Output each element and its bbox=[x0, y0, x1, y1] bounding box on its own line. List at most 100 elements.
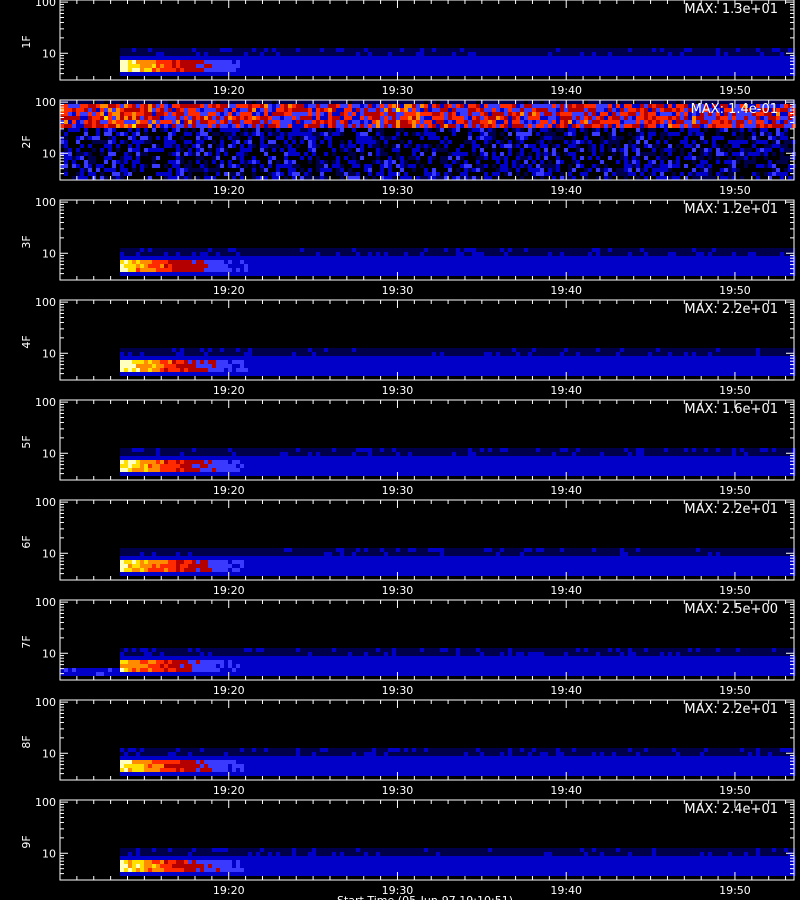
heatmap-cell bbox=[332, 124, 336, 128]
heatmap-cell bbox=[400, 164, 404, 168]
heatmap-cell bbox=[184, 128, 188, 132]
heatmap-cell bbox=[440, 152, 444, 156]
heatmap-cell bbox=[544, 164, 548, 168]
heatmap-cell bbox=[264, 176, 268, 180]
heatmap-cell bbox=[116, 176, 120, 180]
heatmap-cell bbox=[688, 172, 692, 176]
heatmap-cell bbox=[304, 64, 308, 68]
heatmap-cell bbox=[684, 172, 688, 176]
heatmap-cell bbox=[344, 128, 348, 132]
heatmap-cell bbox=[516, 68, 520, 72]
heatmap-cell bbox=[180, 132, 184, 136]
heatmap-cell bbox=[476, 156, 480, 160]
heatmap-cell bbox=[572, 140, 576, 144]
heatmap-cell bbox=[544, 48, 548, 52]
heatmap-cell bbox=[288, 120, 292, 124]
heatmap-cell bbox=[708, 60, 712, 64]
heatmap-cell bbox=[332, 112, 336, 116]
heatmap-cell bbox=[160, 168, 164, 172]
heatmap-cell bbox=[572, 132, 576, 136]
heatmap-cell bbox=[304, 116, 308, 120]
heatmap-cell bbox=[512, 172, 516, 176]
heatmap-cell bbox=[672, 116, 676, 120]
heatmap-cell bbox=[676, 48, 680, 52]
heatmap-cell bbox=[244, 124, 248, 128]
heatmap-cell bbox=[420, 128, 424, 132]
heatmap-cell bbox=[476, 52, 480, 56]
heatmap-cell bbox=[396, 152, 400, 156]
heatmap-cell bbox=[520, 60, 524, 64]
heatmap-cell bbox=[428, 120, 432, 124]
heatmap-cell bbox=[240, 108, 244, 112]
heatmap-cell bbox=[728, 124, 732, 128]
heatmap-cell bbox=[380, 108, 384, 112]
heatmap-cell bbox=[588, 56, 592, 60]
heatmap-cell bbox=[320, 144, 324, 148]
heatmap-cell bbox=[372, 48, 376, 52]
heatmap-cell bbox=[148, 116, 152, 120]
heatmap-cell bbox=[72, 112, 76, 116]
heatmap-cell bbox=[480, 132, 484, 136]
heatmap-cell bbox=[100, 148, 104, 152]
heatmap-cell bbox=[180, 108, 184, 112]
heatmap-cell bbox=[304, 132, 308, 136]
heatmap-cell bbox=[180, 144, 184, 148]
heatmap-cell bbox=[640, 52, 644, 56]
heatmap-cell bbox=[220, 164, 224, 168]
heatmap-cell bbox=[488, 112, 492, 116]
heatmap-cell bbox=[548, 60, 552, 64]
heatmap-cell bbox=[104, 160, 108, 164]
heatmap-cell bbox=[580, 164, 584, 168]
heatmap-cell bbox=[396, 148, 400, 152]
heatmap-cell bbox=[376, 152, 380, 156]
heatmap-cell bbox=[488, 124, 492, 128]
heatmap-cell bbox=[744, 176, 748, 180]
heatmap-cell bbox=[568, 140, 572, 144]
heatmap-cell bbox=[296, 52, 300, 56]
heatmap-cell bbox=[128, 140, 132, 144]
heatmap-cell bbox=[216, 176, 220, 180]
heatmap-cell bbox=[772, 56, 776, 60]
heatmap-cell bbox=[480, 144, 484, 148]
heatmap-cell bbox=[224, 60, 228, 64]
heatmap-cell bbox=[228, 164, 232, 168]
heatmap-cell bbox=[684, 104, 688, 108]
heatmap-cell bbox=[232, 136, 236, 140]
heatmap-cell bbox=[740, 64, 744, 68]
heatmap-cell bbox=[168, 56, 172, 60]
heatmap-cell bbox=[228, 64, 232, 68]
heatmap-cell bbox=[232, 60, 236, 64]
heatmap-cell bbox=[768, 140, 772, 144]
heatmap-cell bbox=[780, 108, 784, 112]
heatmap-cell bbox=[224, 124, 228, 128]
heatmap-cell bbox=[656, 140, 660, 144]
heatmap-cell bbox=[652, 144, 656, 148]
heatmap-cell bbox=[700, 152, 704, 156]
heatmap-cell bbox=[340, 132, 344, 136]
heatmap-cell bbox=[440, 108, 444, 112]
heatmap-cell bbox=[316, 164, 320, 168]
heatmap-cell bbox=[688, 136, 692, 140]
heatmap-cell bbox=[252, 64, 256, 68]
heatmap-cell bbox=[316, 48, 320, 52]
heatmap-cell bbox=[500, 56, 504, 60]
heatmap-cell bbox=[236, 64, 240, 68]
heatmap-cell bbox=[212, 108, 216, 112]
heatmap-cell bbox=[696, 136, 700, 140]
heatmap-cell bbox=[304, 56, 308, 60]
heatmap-cell bbox=[336, 68, 340, 72]
heatmap-cell bbox=[692, 172, 696, 176]
heatmap-cell bbox=[320, 152, 324, 156]
heatmap-cell bbox=[72, 108, 76, 112]
heatmap-cell bbox=[224, 112, 228, 116]
heatmap-cell bbox=[72, 136, 76, 140]
heatmap-cell bbox=[380, 144, 384, 148]
heatmap-cell bbox=[736, 128, 740, 132]
heatmap-cell bbox=[184, 132, 188, 136]
heatmap-cell bbox=[584, 52, 588, 56]
heatmap-cell bbox=[600, 152, 604, 156]
heatmap-cell bbox=[624, 176, 628, 180]
heatmap-cell bbox=[264, 68, 268, 72]
heatmap-cell bbox=[120, 104, 124, 108]
heatmap-cell bbox=[780, 48, 784, 52]
